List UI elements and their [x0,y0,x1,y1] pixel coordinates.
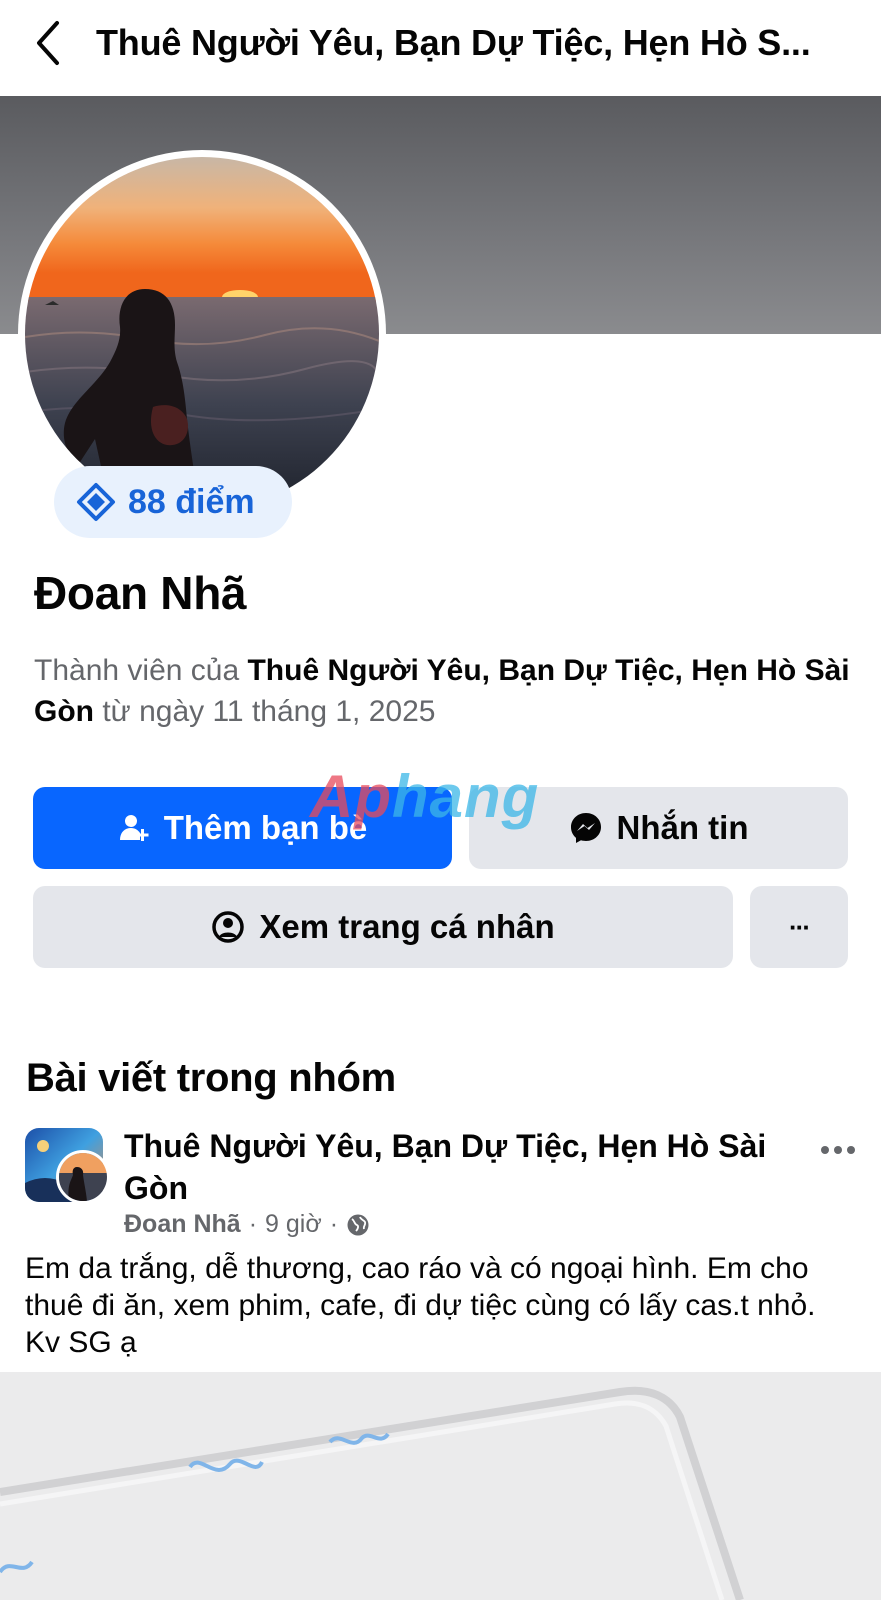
member-prefix: Thành viên của [34,654,248,687]
more-options-button[interactable]: ··· [750,886,848,968]
add-friend-label: Thêm bạn bè [163,809,368,846]
points-text: 88 điểm [128,482,255,521]
profile-circle-icon [212,911,245,943]
page-title[interactable]: Thuê Người Yêu, Bạn Dự Tiệc, Hẹn Hò S... [96,22,866,64]
globe-icon [347,1214,369,1235]
meta-separator: · [248,1210,258,1238]
points-badge-icon [77,483,115,521]
member-suffix: từ ngày 11 tháng 1, 2025 [94,695,436,728]
post-group-name[interactable]: Thuê Người Yêu, Bạn Dự Tiệc, Hẹn Hò Sài … [124,1125,804,1209]
view-profile-button[interactable]: Xem trang cá nhân [33,886,733,968]
message-label: Nhắn tin [616,809,749,846]
meta-separator: · [329,1210,339,1238]
post-text: Em da trắng, dễ thương, cao ráo và có ng… [25,1252,816,1359]
add-friend-button[interactable]: Thêm bạn bè [33,787,452,869]
membership-info: Thành viên của Thuê Người Yêu, Bạn Dự Ti… [34,650,854,732]
avatar-image [25,157,379,511]
back-button[interactable] [28,18,68,68]
author-avatar-image [59,1153,107,1201]
post-more-button[interactable] [816,1132,860,1168]
more-dots-icon [821,1146,855,1154]
post-meta: Đoan Nhã · 9 giờ · [124,1210,370,1239]
section-title: Bài viết trong nhóm [26,1056,396,1100]
post-image-content [0,1372,881,1600]
profile-name: Đoan Nhã [34,567,247,619]
more-dots-icon: ··· [789,911,811,942]
avatar[interactable] [25,157,379,511]
points-badge[interactable]: 88 điểm [54,466,292,538]
post-image[interactable] [0,1372,881,1600]
view-profile-label: Xem trang cá nhân [259,908,555,945]
messenger-icon [570,813,601,843]
top-bar: Thuê Người Yêu, Bạn Dự Tiệc, Hẹn Hò S... [0,0,881,96]
author-avatar[interactable] [56,1150,110,1204]
message-button[interactable]: Nhắn tin [469,787,848,869]
add-friend-icon [119,815,149,841]
back-chevron-icon [37,21,59,65]
post-author[interactable]: Đoan Nhã [124,1210,241,1239]
post-time[interactable]: 9 giờ [265,1210,322,1239]
